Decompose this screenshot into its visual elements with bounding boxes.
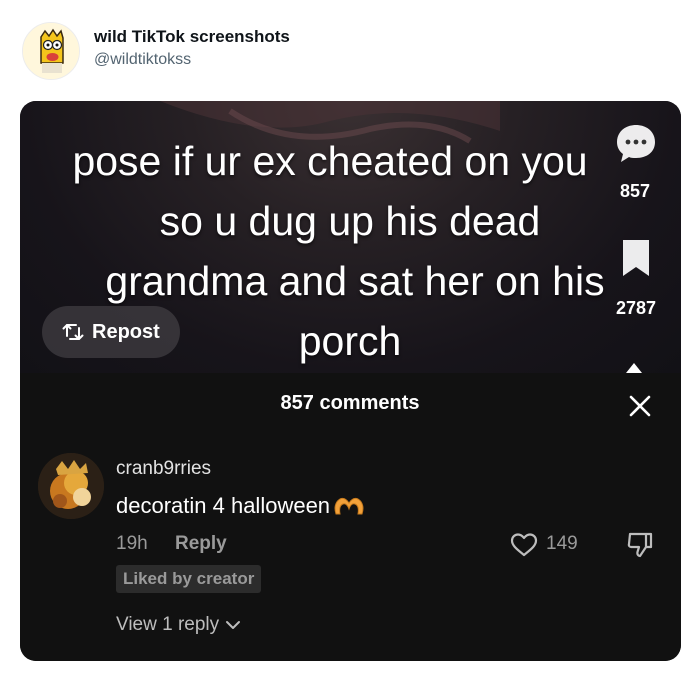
heart-hands-icon <box>334 497 364 515</box>
comment-body: decoratin 4 halloween <box>116 493 331 518</box>
caption-line: so u dug up his dead <box>159 198 541 244</box>
comments-panel: 857 comments cranb9rries decoratin 4 hal… <box>20 373 681 661</box>
chevron-down-icon <box>226 621 241 629</box>
tiktok-screenshot[interactable]: pose if ur ex cheated on you so u dug up… <box>20 101 681 661</box>
comments-count-title: 857 comments <box>280 392 420 414</box>
commenter-avatar-icon <box>38 453 104 519</box>
like-count: 149 <box>546 533 578 554</box>
cartoon-character-avatar-icon <box>23 23 79 79</box>
liked-by-creator-badge: Liked by creator <box>116 565 262 593</box>
repost-button[interactable]: Repost <box>42 306 180 358</box>
author-name[interactable]: wild TikTok screenshots <box>94 27 290 47</box>
thumbs-down-icon[interactable] <box>625 529 655 559</box>
close-icon[interactable] <box>627 393 653 419</box>
repost-label: Repost <box>92 320 160 343</box>
side-save-count: 2787 <box>615 298 657 318</box>
video-frame: pose if ur ex cheated on you so u dug up… <box>20 101 681 373</box>
author-avatar[interactable] <box>22 22 80 80</box>
reply-button[interactable]: Reply <box>175 533 227 555</box>
comment-text: decoratin 4 halloween <box>116 493 366 519</box>
heart-icon[interactable] <box>510 532 538 558</box>
bookmark-icon[interactable] <box>620 238 652 278</box>
view-replies-button[interactable]: View 1 reply <box>116 614 241 636</box>
caption-line: grandma and sat her on his <box>105 258 605 304</box>
author-handle[interactable]: @wildtiktokss <box>94 51 191 69</box>
commenter-avatar[interactable] <box>38 453 104 519</box>
comment-bubble-icon[interactable] <box>614 121 658 165</box>
view-replies-label: View 1 reply <box>116 614 220 635</box>
comment-timestamp: 19h <box>116 533 148 554</box>
caption-line: pose if ur ex cheated on you <box>72 138 588 184</box>
side-comment-count: 857 <box>619 181 651 201</box>
share-arrow-icon[interactable] <box>624 360 644 373</box>
commenter-username[interactable]: cranb9rries <box>116 458 211 480</box>
repost-arrows-icon <box>62 324 84 340</box>
